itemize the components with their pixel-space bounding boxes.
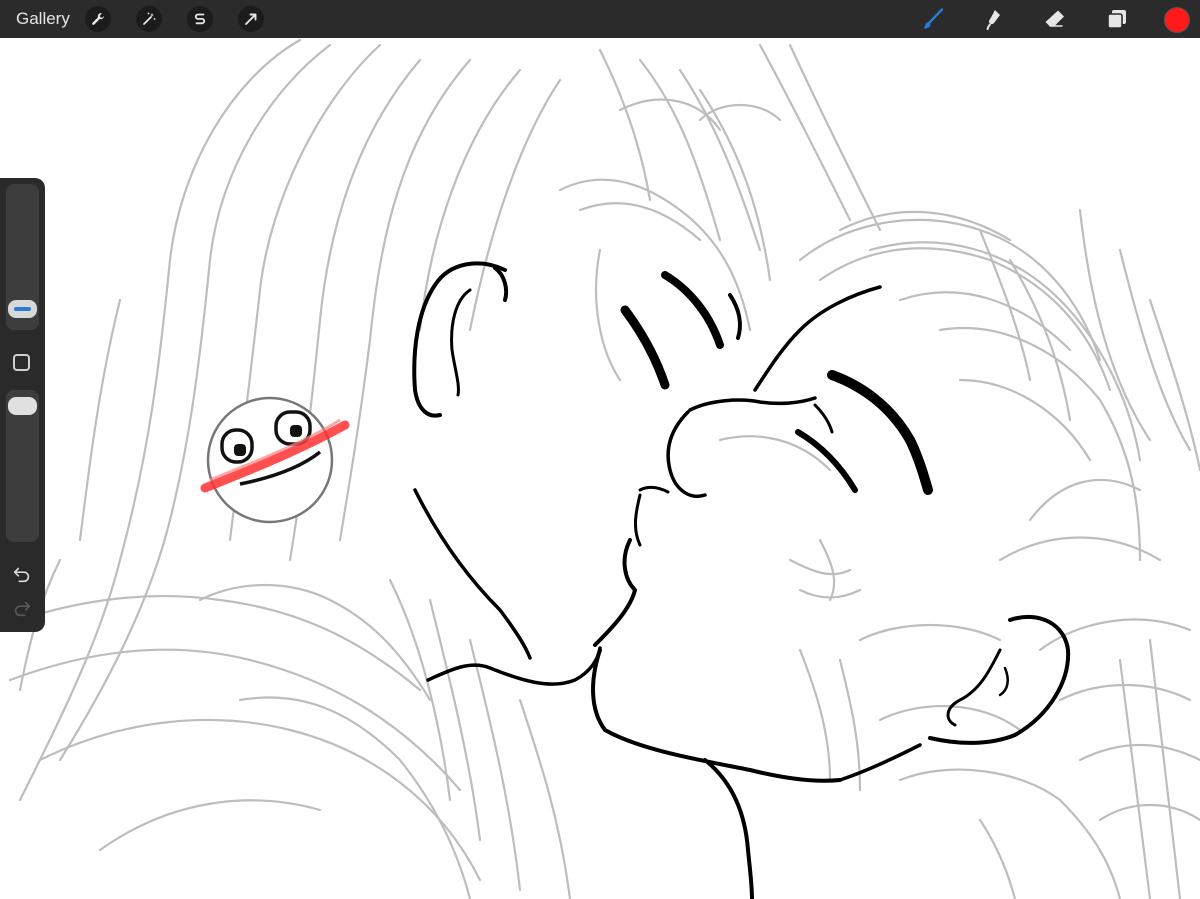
square-modify-icon[interactable]	[13, 354, 30, 371]
sketch-layer	[8, 38, 1200, 899]
color-picker-swatch[interactable]	[1164, 7, 1190, 33]
opacity-slider-thumb[interactable]	[8, 397, 37, 415]
arrow-cursor-icon[interactable]	[238, 6, 264, 32]
paintbrush-icon[interactable]	[919, 5, 947, 33]
opacity-slider-icon[interactable]	[6, 390, 39, 542]
redo-icon[interactable]	[10, 596, 34, 620]
smudge-finger-icon[interactable]	[980, 5, 1008, 33]
magic-wand-icon[interactable]	[136, 6, 162, 32]
layers-icon[interactable]	[1103, 5, 1131, 33]
ink-layer	[412, 261, 1071, 899]
wrench-icon[interactable]	[85, 6, 111, 32]
gallery-button[interactable]: Gallery	[16, 9, 70, 29]
undo-icon[interactable]	[10, 562, 34, 586]
top-toolbar: Gallery	[0, 0, 1200, 38]
brush-size-slider-thumb[interactable]	[8, 300, 37, 318]
size-slider-icon[interactable]	[6, 184, 39, 330]
eraser-icon[interactable]	[1041, 5, 1069, 33]
drawing-canvas[interactable]	[0, 38, 1200, 899]
selection-s-icon[interactable]	[187, 6, 213, 32]
left-sidebar	[0, 178, 45, 632]
smiley-doodle	[200, 396, 350, 524]
